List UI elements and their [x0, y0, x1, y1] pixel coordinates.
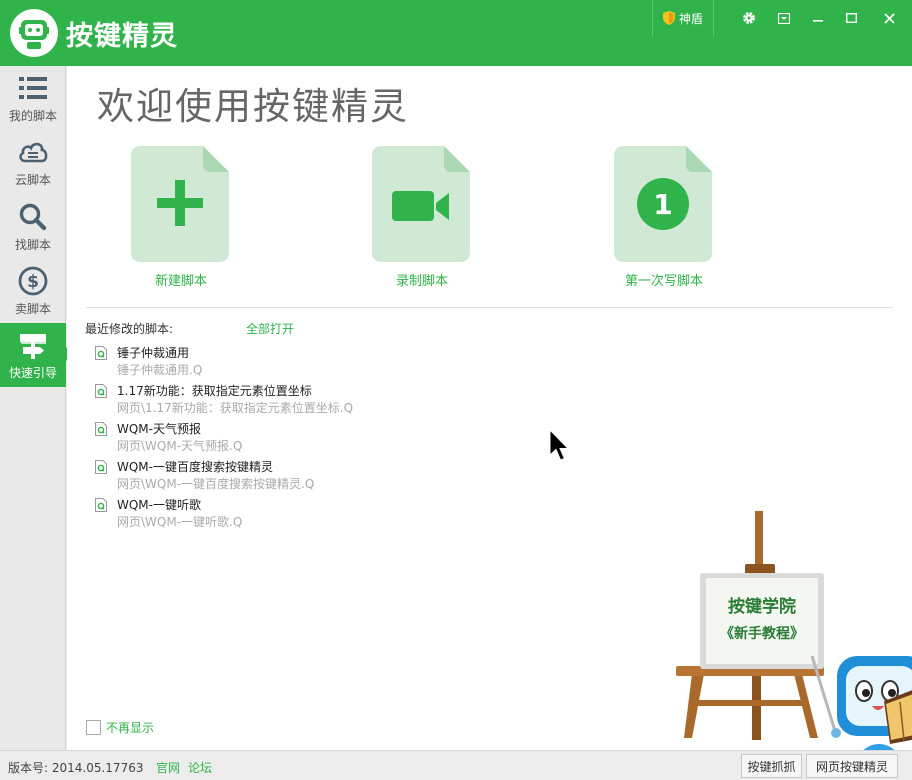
recent-script-name[interactable]: 锤子仲裁通用	[117, 344, 189, 361]
close-icon	[883, 12, 895, 24]
sidebar-item-label: 我的脚本	[8, 109, 57, 123]
recent-script-path: 锤子仲裁通用.Q	[117, 363, 203, 377]
q-file-icon	[95, 346, 107, 360]
video-camera-icon	[372, 146, 470, 262]
recent-script-path: 网页\WQM-一键听歌.Q	[117, 515, 243, 529]
mouse-cursor-icon	[549, 429, 570, 461]
cloud-icon	[19, 142, 48, 163]
academy-title: 按键学院	[728, 596, 796, 617]
recent-script-path: 网页\WQM-天气预报.Q	[117, 439, 243, 453]
q-file-icon	[95, 384, 107, 398]
welcome-title: 欢迎使用按键精灵	[97, 85, 409, 128]
dollar-coin-icon: $	[18, 266, 48, 296]
recent-script-path: 网页\WQM-一键百度搜索按键精灵.Q	[117, 477, 315, 491]
recent-script-name[interactable]: WQM-一键听歌	[117, 496, 201, 513]
recent-scripts-title: 最近修改的脚本:	[85, 322, 174, 336]
no-more-show-checkbox[interactable]	[86, 720, 101, 735]
q-file-icon	[95, 422, 107, 436]
svg-text:$: $	[27, 272, 39, 292]
first-script-card[interactable]: 1 第一次写脚本	[614, 146, 714, 289]
q-file-icon	[95, 460, 107, 474]
key-capture-button[interactable]: 按键抓抓	[741, 754, 802, 778]
sidebar-item-cloud-scripts[interactable]: 云脚本	[0, 130, 66, 194]
settings-button[interactable]	[737, 6, 761, 30]
gear-icon	[743, 12, 755, 24]
search-icon	[19, 203, 47, 231]
maximize-icon	[845, 13, 857, 23]
minimize-button[interactable]	[806, 6, 830, 30]
sidebar: 我的脚本 云脚本 找脚本 $ 卖脚本 快速引导	[0, 66, 73, 750]
sidebar-item-my-scripts[interactable]: 我的脚本	[0, 66, 66, 130]
minimize-icon	[813, 20, 823, 22]
recent-script-path: 网页\1.17新功能：获取指定元素位置坐标.Q	[117, 401, 354, 415]
record-script-card[interactable]: 录制脚本	[372, 146, 472, 289]
official-site-link[interactable]: 官网	[156, 759, 180, 776]
record-script-label[interactable]: 录制脚本	[342, 270, 502, 289]
sidebar-item-label: 云脚本	[14, 173, 51, 187]
shield-button[interactable]: 神盾	[652, 0, 714, 36]
app-title: 按键精灵	[66, 21, 178, 52]
no-more-show-option[interactable]: 不再显示	[86, 719, 154, 736]
signpost-icon	[20, 334, 46, 359]
recent-script-name[interactable]: WQM-一键百度搜索按键精灵	[117, 458, 273, 475]
window-menu-icon	[778, 12, 790, 24]
divider	[86, 307, 893, 308]
title-bar: 按键精灵 神盾	[0, 0, 912, 66]
new-script-card[interactable]: 新建脚本	[131, 146, 231, 289]
academy-subtitle: 《新手教程》	[720, 625, 804, 642]
first-script-label[interactable]: 第一次写脚本	[584, 270, 744, 289]
sidebar-item-label: 卖脚本	[14, 302, 51, 316]
status-bar: 版本号: 2014.05.17763 官网 论坛 按键抓抓 网页按键精灵	[0, 750, 912, 780]
open-all-link[interactable]: 全部打开	[246, 320, 294, 337]
q-file-icon	[95, 498, 107, 512]
new-script-icon	[131, 146, 229, 262]
sidebar-item-sell-scripts[interactable]: $ 卖脚本	[0, 259, 66, 323]
skin-button[interactable]	[772, 6, 796, 30]
first-script-badge: 1	[653, 188, 672, 221]
maximize-button[interactable]	[839, 6, 863, 30]
recent-script-name[interactable]: WQM-天气预报	[117, 420, 201, 437]
version-label: 版本号: 2014.05.17763	[8, 761, 144, 775]
recent-script-name[interactable]: 1.17新功能：获取指定元素位置坐标	[117, 382, 312, 399]
no-more-show-label[interactable]: 不再显示	[106, 719, 154, 736]
sidebar-item-label: 找脚本	[14, 238, 51, 252]
close-button[interactable]	[877, 6, 901, 30]
academy-banner[interactable]: 按键学院 《新手教程》 Q	[632, 506, 912, 750]
web-key-wizard-button[interactable]: 网页按键精灵	[806, 754, 898, 778]
new-script-label[interactable]: 新建脚本	[101, 270, 261, 289]
list-icon	[19, 77, 47, 99]
sidebar-item-find-scripts[interactable]: 找脚本	[0, 195, 66, 259]
shield-icon	[662, 11, 675, 25]
sidebar-item-quick-guide[interactable]: 快速引导	[0, 323, 73, 387]
forum-link[interactable]: 论坛	[188, 759, 212, 776]
sidebar-item-label: 快速引导	[8, 366, 57, 380]
main-panel: 欢迎使用按键精灵 新建脚本 录制脚本 1 第一次写脚本 最近修改的脚本: 全部打…	[67, 66, 912, 750]
number-one-icon: 1	[614, 146, 712, 262]
easel-icon	[755, 511, 763, 571]
robot-logo-icon	[10, 9, 58, 57]
shield-label: 神盾	[678, 11, 703, 26]
